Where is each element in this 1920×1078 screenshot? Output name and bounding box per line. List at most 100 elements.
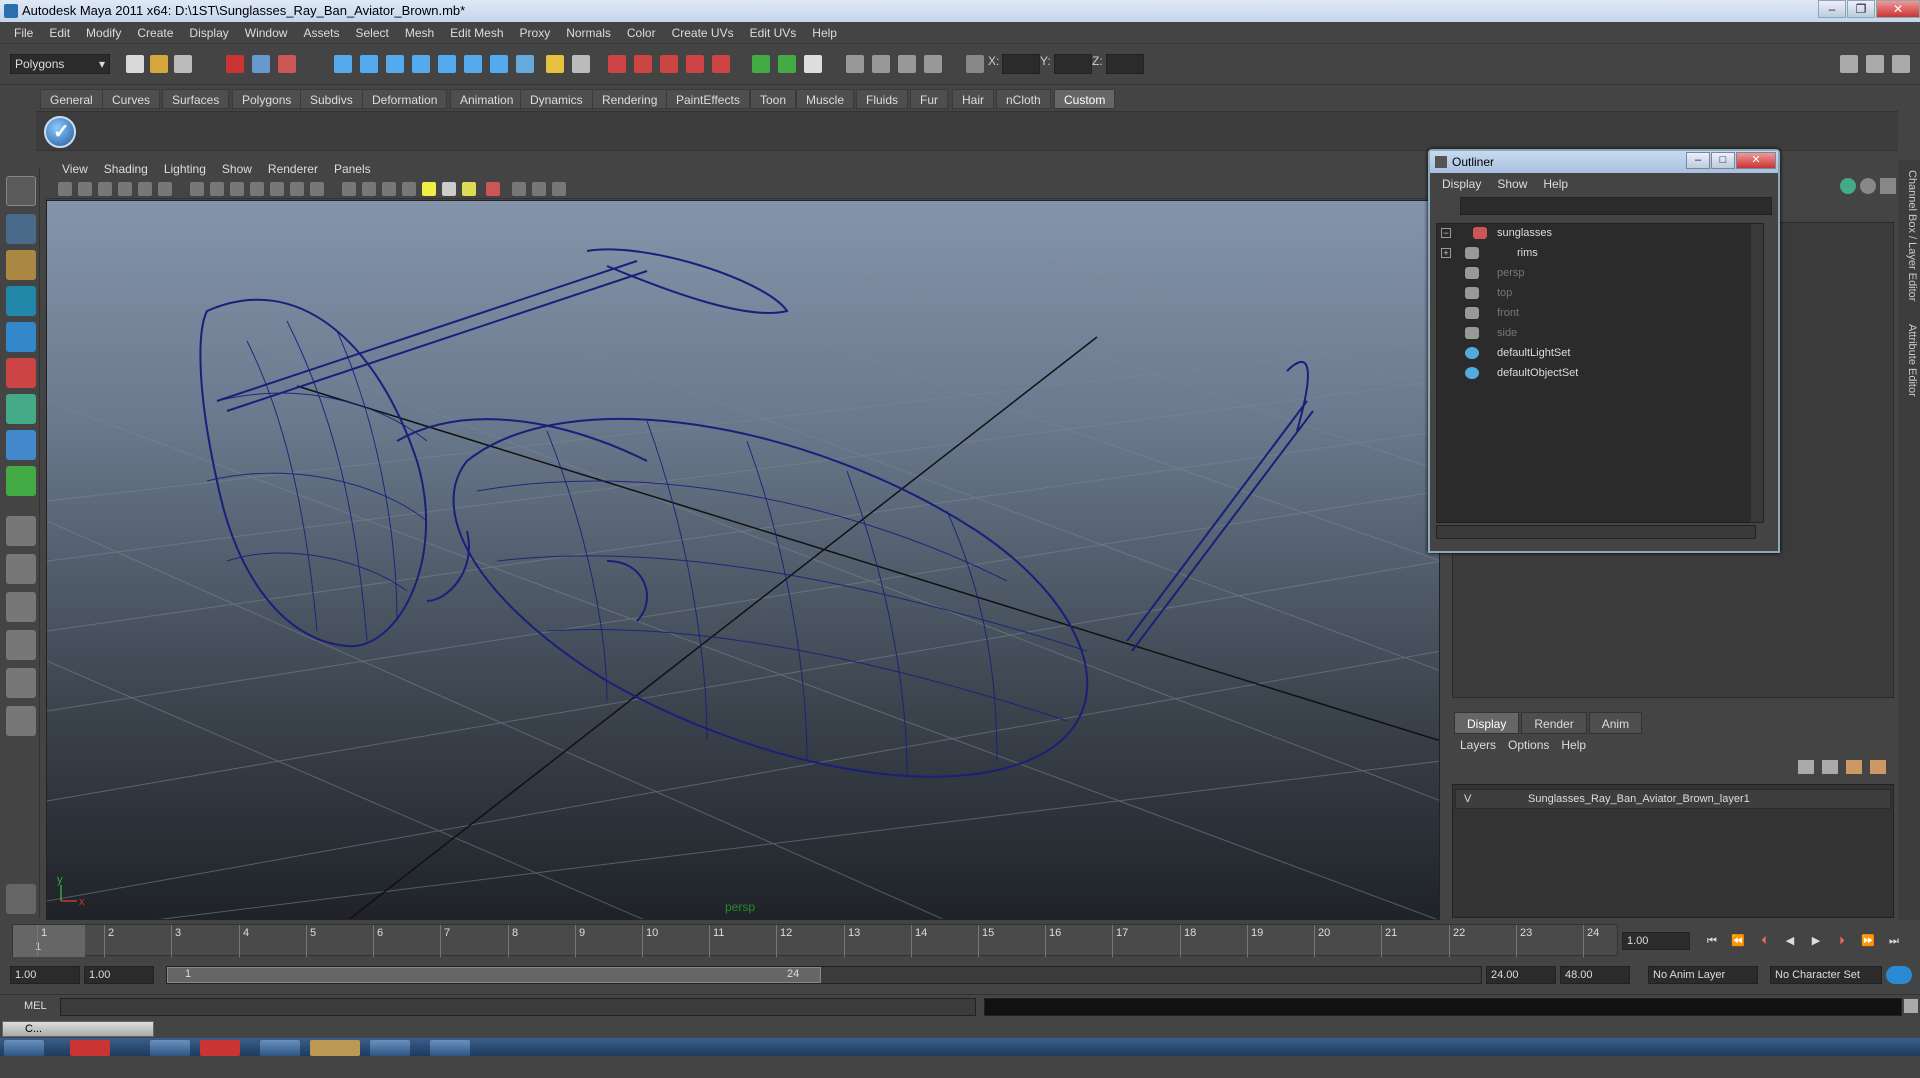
menu-assets[interactable]: Assets [295, 26, 347, 40]
paint-select-tool-icon[interactable] [6, 250, 36, 280]
show-manipulator-icon[interactable] [6, 466, 36, 496]
new-layer-icon[interactable] [1798, 760, 1814, 774]
input-ops-icon[interactable] [634, 55, 652, 73]
attribute-editor-toggle-icon[interactable] [1840, 55, 1858, 73]
menu-window[interactable]: Window [237, 26, 296, 40]
menu-select[interactable]: Select [347, 26, 396, 40]
outliner-minimize-button[interactable]: – [1686, 152, 1710, 169]
persp-outliner-layout-icon[interactable] [6, 592, 36, 622]
menu-create[interactable]: Create [129, 26, 181, 40]
image-plane-icon[interactable] [118, 182, 132, 196]
layer-tab-anim[interactable]: Anim [1588, 712, 1643, 734]
layer-name[interactable]: Sunglasses_Ray_Ban_Aviator_Brown_layer1 [1528, 790, 1750, 808]
anim-start-field[interactable]: 1.00 [84, 966, 154, 984]
lasso-tool-icon[interactable] [6, 214, 36, 244]
viewport-menu-renderer[interactable]: Renderer [260, 162, 326, 176]
field-chart-icon[interactable] [270, 182, 284, 196]
wireframe-icon[interactable] [342, 182, 356, 196]
tab-deformation[interactable]: Deformation [362, 89, 448, 109]
two-d-pan-icon[interactable] [138, 182, 152, 196]
safe-action-icon[interactable] [290, 182, 304, 196]
tab-muscle[interactable]: Muscle [796, 89, 855, 109]
tab-general[interactable]: General [40, 89, 103, 109]
collapse-toggle[interactable]: − [1441, 228, 1451, 238]
select-tool-icon[interactable] [6, 176, 36, 206]
snap-point-icon[interactable] [386, 55, 404, 73]
gate-mask-icon[interactable] [250, 182, 264, 196]
menu-modify[interactable]: Modify [78, 26, 129, 40]
grid-toggle-icon[interactable] [190, 182, 204, 196]
range-slider-thumb[interactable] [167, 967, 821, 983]
step-back-key-icon[interactable]: ⏴ [1756, 934, 1772, 948]
isolate-select-icon[interactable] [486, 182, 500, 196]
menu-color[interactable]: Color [619, 26, 664, 40]
move-layer-down-icon[interactable] [1870, 760, 1886, 774]
soft-mod-tool-icon[interactable] [6, 430, 36, 460]
transform-icon[interactable] [924, 55, 942, 73]
render-settings-icon[interactable] [846, 55, 864, 73]
taskbar-app-icon[interactable] [370, 1040, 410, 1056]
tab-attribute-editor[interactable]: Attribute Editor [1900, 324, 1918, 397]
keyframe-icon[interactable] [1860, 178, 1876, 194]
menu-set-dropdown[interactable]: Polygons [10, 54, 110, 74]
pencil-icon[interactable] [1880, 178, 1896, 194]
tab-fluids[interactable]: Fluids [856, 89, 909, 109]
four-view-layout-icon[interactable] [6, 554, 36, 584]
tab-subdivs[interactable]: Subdivs [300, 89, 363, 109]
xray-icon[interactable] [402, 182, 416, 196]
snap-plane-icon[interactable] [412, 55, 430, 73]
layer-visibility-toggle[interactable]: V [1464, 790, 1471, 808]
persp-hypershade-layout-icon[interactable] [6, 668, 36, 698]
menu-edit[interactable]: Edit [41, 26, 78, 40]
taskbar-app-icon[interactable] [310, 1040, 360, 1056]
minimize-button[interactable]: – [1818, 0, 1846, 18]
select-hierarchy-icon[interactable] [226, 55, 244, 73]
current-time-field[interactable]: 1.00 [1622, 932, 1690, 950]
menu-create-uvs[interactable]: Create UVs [664, 26, 742, 40]
outliner-title-bar[interactable]: Outliner – □ ✕ [1430, 151, 1778, 173]
default-light-icon[interactable] [422, 182, 436, 196]
outliner-filter-input[interactable] [1460, 197, 1772, 215]
select-object-icon[interactable] [252, 55, 270, 73]
tab-channel-box-layer-editor[interactable]: Channel Box / Layer Editor [1900, 170, 1918, 301]
shadows-icon[interactable] [462, 182, 476, 196]
snap-curve-icon[interactable] [360, 55, 378, 73]
help-question-icon[interactable] [516, 55, 534, 73]
start-button[interactable] [4, 1040, 44, 1056]
menu-help[interactable]: Help [804, 26, 845, 40]
menu-normals[interactable]: Normals [558, 26, 619, 40]
textured-icon[interactable] [532, 182, 546, 196]
snap-live-icon[interactable] [490, 55, 508, 73]
tab-dynamics[interactable]: Dynamics [520, 89, 593, 109]
play-forwards-icon[interactable]: ▶ [1808, 934, 1824, 948]
z-field[interactable] [1106, 54, 1144, 74]
step-forward-key-icon[interactable]: ⏵ [1834, 934, 1850, 948]
new-layer-selected-icon[interactable] [1822, 760, 1838, 774]
anim-end-field[interactable]: 48.00 [1560, 966, 1630, 984]
anim-layer-dropdown[interactable]: No Anim Layer [1648, 966, 1758, 984]
taskbar-app-icon[interactable] [430, 1040, 470, 1056]
outliner-close-button[interactable]: ✕ [1736, 152, 1776, 169]
save-scene-icon[interactable] [174, 55, 192, 73]
outliner-menu-show[interactable]: Show [1489, 177, 1535, 191]
camera-select-icon[interactable] [58, 182, 72, 196]
time-slider[interactable]: 1 1 2 3 4 5 6 7 8 9 10 11 12 13 14 15 16 17 18 19 20 21 22 23 2… [12, 924, 1618, 957]
minimized-window[interactable]: C... [2, 1021, 154, 1037]
universal-manipulator-icon[interactable] [6, 394, 36, 424]
absolute-transform-icon[interactable] [966, 55, 984, 73]
checkmark-shelf-icon[interactable] [44, 116, 76, 148]
all-lights-icon[interactable] [442, 182, 456, 196]
bookmarks-icon[interactable] [98, 182, 112, 196]
step-forward-frame-icon[interactable]: ⏩ [1860, 934, 1876, 948]
play-backwards-icon[interactable]: ◀ [1782, 934, 1798, 948]
character-set-dropdown[interactable]: No Character Set [1770, 966, 1882, 984]
smooth-shade-icon[interactable] [362, 182, 376, 196]
selection-mask-icon[interactable] [572, 55, 590, 73]
safe-title-icon[interactable] [310, 182, 324, 196]
move-layer-up-icon[interactable] [1846, 760, 1862, 774]
viewport-menu-panels[interactable]: Panels [326, 162, 379, 176]
move-tool-icon[interactable] [6, 286, 36, 316]
taskbar-app-icon[interactable] [150, 1040, 190, 1056]
taskbar-app-icon[interactable] [260, 1040, 300, 1056]
tab-fur[interactable]: Fur [910, 89, 948, 109]
